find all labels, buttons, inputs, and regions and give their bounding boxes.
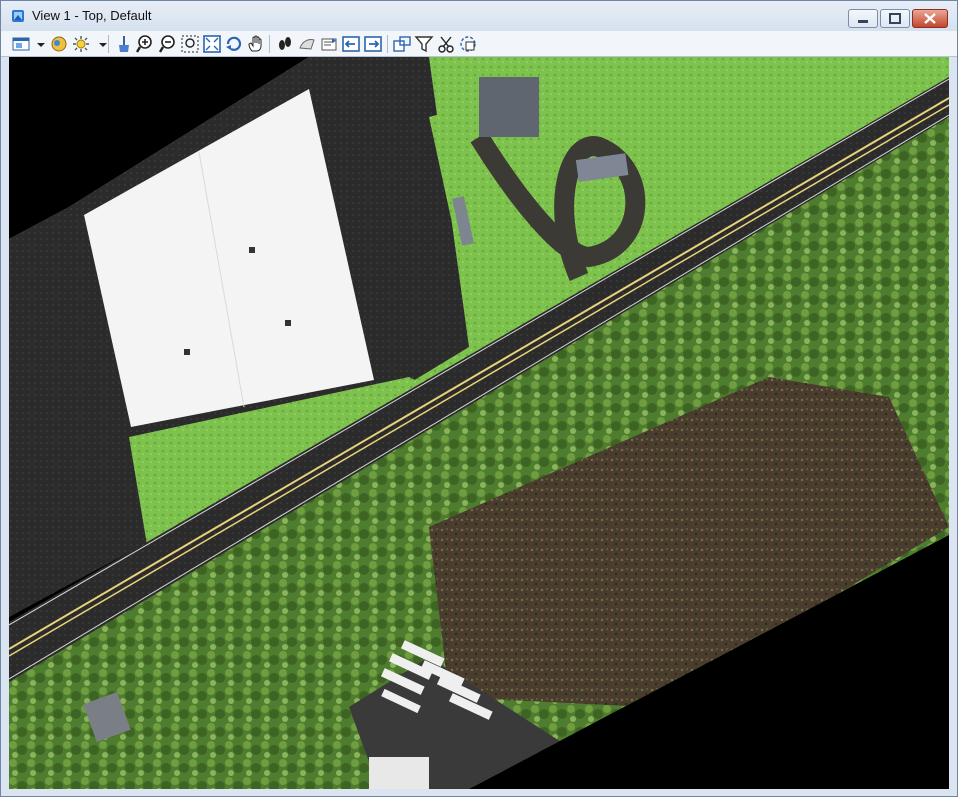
copy-view-icon[interactable]: [341, 34, 361, 54]
clip-volume-icon[interactable]: [392, 34, 412, 54]
point-cloud-render[interactable]: [9, 57, 949, 789]
view-attributes-icon[interactable]: [11, 34, 31, 54]
cut-clip-icon[interactable]: [436, 34, 456, 54]
view-next-icon[interactable]: [319, 34, 339, 54]
zoom-out-icon[interactable]: [158, 34, 178, 54]
dropdown-arrow-icon[interactable]: [93, 34, 107, 54]
fit-view-icon[interactable]: [202, 34, 222, 54]
view-toolbar: [1, 31, 957, 57]
toolbar-separator: [387, 35, 388, 53]
view-window-icon: [11, 9, 25, 23]
toolbar-separator: [108, 35, 109, 53]
pan-view-icon[interactable]: [246, 34, 266, 54]
view-previous-icon[interactable]: [297, 34, 317, 54]
clip-mask-icon[interactable]: [414, 34, 434, 54]
dropdown-arrow-icon[interactable]: [31, 34, 45, 54]
title-bar[interactable]: View 1 - Top, Default: [1, 1, 957, 31]
toolbar-separator: [269, 35, 270, 53]
update-view-icon[interactable]: [114, 34, 134, 54]
lighting-icon[interactable]: [71, 34, 91, 54]
maximize-button[interactable]: [880, 9, 910, 28]
window-title: View 1 - Top, Default: [32, 8, 152, 23]
close-button[interactable]: [912, 9, 948, 28]
view-window: View 1 - Top, Default: [0, 0, 958, 797]
point-cloud-viewport[interactable]: [9, 57, 949, 789]
view-display-mode-icon[interactable]: [49, 34, 69, 54]
window-area-icon[interactable]: [180, 34, 200, 54]
minimize-button[interactable]: [848, 9, 878, 28]
walk-icon[interactable]: [275, 34, 295, 54]
fence-clip-icon[interactable]: [458, 34, 478, 54]
zoom-in-icon[interactable]: [136, 34, 156, 54]
rotate-view-icon[interactable]: [224, 34, 244, 54]
previous-arrow-icon[interactable]: [363, 34, 383, 54]
